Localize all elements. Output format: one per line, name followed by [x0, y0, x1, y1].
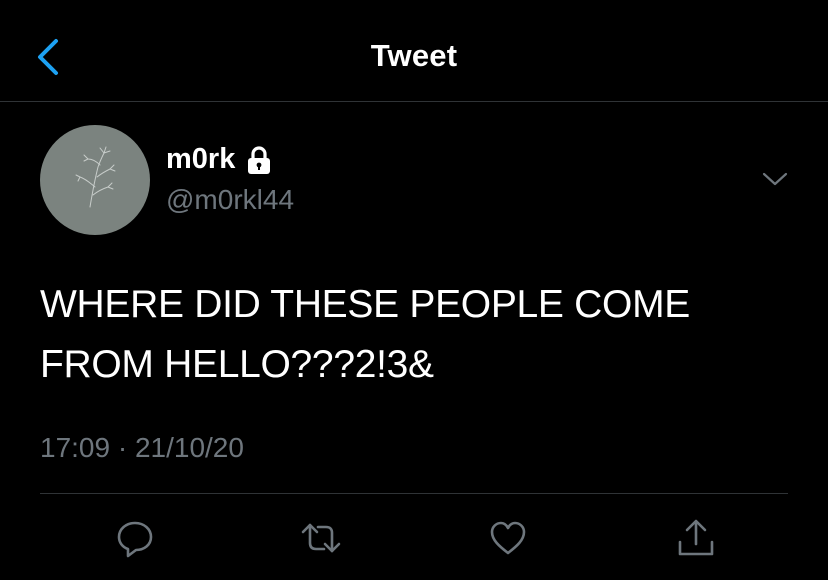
- tweet-timestamp[interactable]: 17:09 · 21/10/20: [40, 432, 244, 464]
- page-title: Tweet: [370, 38, 458, 73]
- more-options-button[interactable]: [760, 168, 790, 190]
- author-handle[interactable]: @m0rkl44: [166, 184, 294, 216]
- chevron-down-icon: [762, 172, 788, 186]
- like-button[interactable]: [487, 517, 529, 559]
- actions-divider: [40, 493, 788, 494]
- avatar[interactable]: [40, 125, 150, 235]
- header-divider: [0, 101, 828, 102]
- lock-icon: [248, 145, 271, 174]
- author-name-row: m0rk: [166, 143, 272, 176]
- share-button[interactable]: [675, 517, 717, 559]
- reply-button[interactable]: [114, 517, 156, 559]
- share-icon: [678, 519, 714, 556]
- author-name[interactable]: m0rk: [166, 143, 235, 176]
- plant-sketch-icon: [75, 146, 116, 208]
- top-nav-bar: Tweet: [0, 0, 828, 101]
- retweet-button[interactable]: [300, 517, 342, 559]
- retweet-icon: [301, 523, 341, 553]
- like-icon: [490, 521, 526, 555]
- tweet-text: WHERE DID THESE PEOPLE COME FROM HELLO??…: [40, 283, 690, 386]
- reply-icon: [117, 521, 153, 558]
